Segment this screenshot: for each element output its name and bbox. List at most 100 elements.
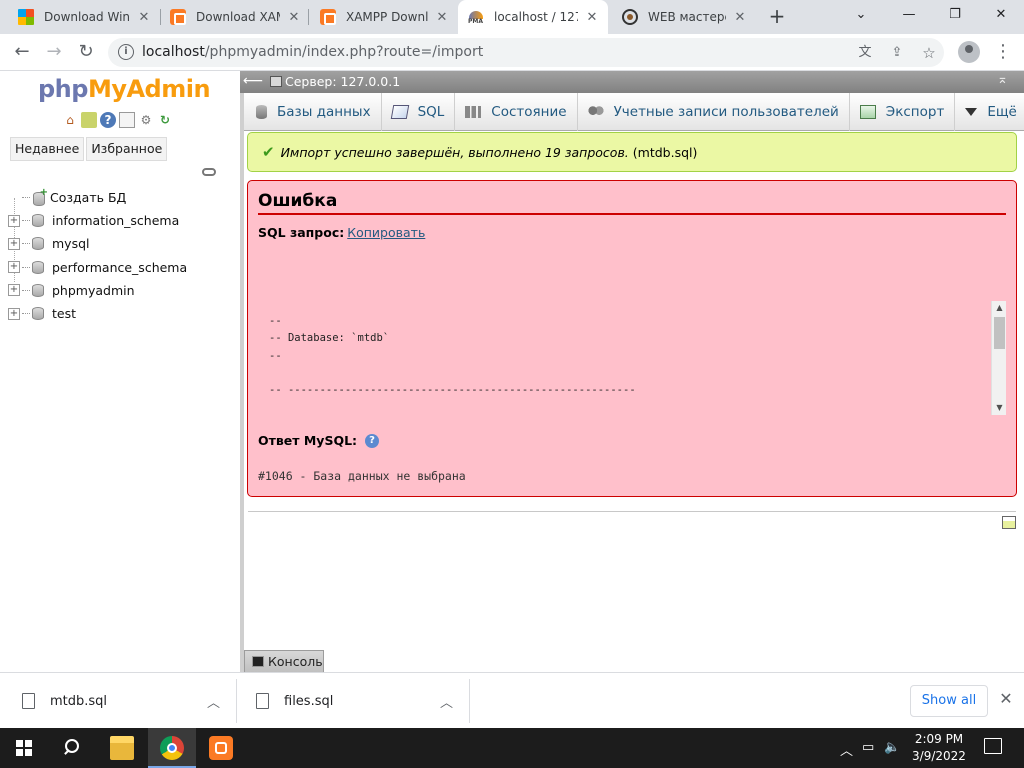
scroll-down-arrow-icon[interactable]: ▼ (992, 401, 1007, 415)
phpmyadmin-logo[interactable]: phpMyAdmin (38, 75, 211, 103)
expand-icon[interactable]: + (8, 284, 20, 297)
browser-tab-localhost[interactable]: localhost / 127.0 ✕ (458, 0, 608, 34)
download-divider (236, 679, 237, 723)
tab-recent[interactable]: Недавнее (10, 137, 85, 161)
reload-button[interactable]: ↻ (72, 38, 100, 66)
help-icon[interactable]: ? (100, 112, 116, 128)
menu-user-accounts[interactable]: Учетные записи пользователей (578, 93, 850, 131)
tree-item-label[interactable]: information_schema (52, 213, 179, 228)
menu-label: Экспорт (885, 104, 945, 120)
close-window-button[interactable]: ✕ (978, 0, 1024, 30)
download-item-mtdb[interactable]: mtdb.sql ︿ (22, 680, 222, 722)
close-icon[interactable]: ✕ (286, 10, 302, 25)
close-icon[interactable]: ✕ (584, 10, 600, 25)
tree-item-phpmyadmin[interactable]: + phpmyadmin (8, 279, 187, 302)
taskbar-file-explorer[interactable] (98, 728, 146, 768)
close-icon[interactable]: ✕ (434, 10, 450, 25)
scroll-up-arrow-icon[interactable]: ▲ (992, 301, 1007, 315)
menu-sql[interactable]: SQL (382, 93, 456, 131)
menu-label: Базы данных (277, 104, 371, 120)
tree-item-create-db[interactable]: Создать БД (8, 186, 187, 209)
maximize-button[interactable]: ❐ (932, 0, 978, 30)
expand-icon[interactable]: + (8, 307, 20, 320)
translate-icon[interactable]: 文 (856, 44, 874, 62)
tree-item-test[interactable]: + test (8, 302, 187, 325)
download-item-files[interactable]: files.sql ︿ (256, 680, 456, 722)
tree-item-mysql[interactable]: + mysql (8, 232, 187, 255)
site-info-icon[interactable]: i (118, 44, 134, 60)
tree-item-label[interactable]: Создать БД (50, 190, 126, 205)
browser-tab-download-windows[interactable]: Download Windows ✕ (0, 0, 160, 34)
address-bar[interactable]: i localhost/phpmyadmin/index.php?route=/… (108, 38, 944, 67)
close-downloads-bar-icon[interactable]: ✕ (998, 689, 1014, 709)
menu-more[interactable]: Ещё (955, 93, 1024, 131)
gear-icon[interactable]: ⚙ (138, 112, 154, 128)
menu-status[interactable]: Состояние (455, 93, 578, 131)
tray-chevron-up-icon[interactable]: ︿ (840, 740, 853, 759)
profile-avatar[interactable] (958, 41, 980, 63)
documentation-icon[interactable] (119, 112, 135, 128)
taskbar-chrome[interactable] (148, 728, 196, 768)
tree-item-label[interactable]: performance_schema (52, 260, 187, 275)
tab-search-button[interactable]: ⌄ (838, 0, 884, 30)
code-scrollbar[interactable]: ▲ ▼ (991, 301, 1006, 415)
expand-icon[interactable]: + (8, 261, 20, 274)
chrome-icon (160, 736, 184, 760)
menu-databases[interactable]: Базы данных (244, 93, 382, 131)
collapse-sidebar-arrow-icon[interactable]: ⟵ (243, 73, 263, 89)
chevron-up-icon[interactable]: ︿ (440, 692, 453, 711)
browser-tab-xampp-downloads[interactable]: XAMPP Downloads ✕ (302, 0, 458, 34)
sql-code-area[interactable]: -- -- Database: `mtdb` -- -- -----------… (258, 301, 1006, 415)
server-breadcrumb[interactable]: Сервер: 127.0.0.1 (270, 74, 400, 89)
console-toggle[interactable]: Консоль (244, 650, 324, 672)
tree-item-label[interactable]: phpmyadmin (52, 283, 135, 298)
system-clock[interactable]: 2:09 PM 3/9/2022 (906, 731, 972, 765)
database-icon (32, 307, 44, 321)
browser-tab-download-xampp[interactable]: Download XAMPP ✕ (152, 0, 310, 34)
tab-favorites[interactable]: Избранное (86, 137, 168, 161)
download-file-name: files.sql (284, 693, 334, 709)
bookmark-star-icon[interactable]: ☆ (920, 44, 938, 62)
tree-item-label[interactable]: test (52, 306, 76, 321)
show-all-downloads-button[interactable]: Show all (910, 685, 988, 717)
forward-button[interactable]: → (40, 38, 68, 66)
close-icon[interactable]: ✕ (136, 10, 152, 25)
link-with-main-panel-icon[interactable] (202, 168, 216, 176)
share-icon[interactable]: ⇪ (888, 44, 906, 62)
url-text[interactable]: localhost/phpmyadmin/index.php?route=/im… (142, 44, 483, 60)
expand-icon[interactable]: + (8, 237, 20, 250)
taskbar-xampp[interactable] (197, 728, 245, 768)
notifications-icon[interactable] (984, 738, 1002, 754)
tab-title: XAMPP Downloads (346, 10, 428, 24)
windows-start-icon[interactable] (16, 740, 32, 756)
page-settings-icon[interactable] (1002, 516, 1016, 529)
scrollbar-thumb[interactable] (994, 317, 1005, 349)
menu-label: Ещё (987, 104, 1017, 120)
search-icon[interactable] (62, 738, 82, 758)
minimize-button[interactable]: — (886, 0, 932, 30)
mysql-response-row: Ответ MySQL:? (258, 433, 380, 448)
network-icon[interactable]: ▭ (862, 740, 874, 755)
new-tab-button[interactable]: + (764, 5, 790, 29)
home-icon[interactable]: ⌂ (62, 112, 78, 128)
chevron-up-icon[interactable]: ︿ (207, 692, 220, 711)
browser-menu-icon[interactable]: ⋮ (994, 38, 1012, 66)
databases-icon[interactable] (81, 112, 97, 128)
xampp-icon (209, 736, 233, 760)
phpmyadmin-page: phpMyAdmin ⌂ ? ⚙ ↻ Недавнее Избранное Со… (0, 71, 1024, 672)
status-icon (465, 106, 482, 118)
close-icon[interactable]: ✕ (732, 10, 748, 25)
collapse-top-icon[interactable]: ⌅ (997, 72, 1008, 87)
browser-tab-web-masterskaya[interactable]: WEB мастерская ✕ (604, 0, 756, 34)
menu-export[interactable]: Экспорт (850, 93, 956, 131)
expand-icon[interactable]: + (8, 214, 20, 227)
sidebar-tabs: Недавнее Избранное (10, 137, 168, 161)
help-icon[interactable]: ? (365, 433, 380, 448)
tree-item-performance-schema[interactable]: + performance_schema (8, 256, 187, 279)
tree-item-information-schema[interactable]: + information_schema (8, 209, 187, 232)
copy-link[interactable]: Копировать (347, 225, 425, 240)
reload-navigation-icon[interactable]: ↻ (157, 112, 173, 128)
tree-item-label[interactable]: mysql (52, 236, 90, 251)
back-button[interactable]: ← (8, 38, 36, 66)
volume-icon[interactable]: 🔈 (884, 740, 900, 755)
